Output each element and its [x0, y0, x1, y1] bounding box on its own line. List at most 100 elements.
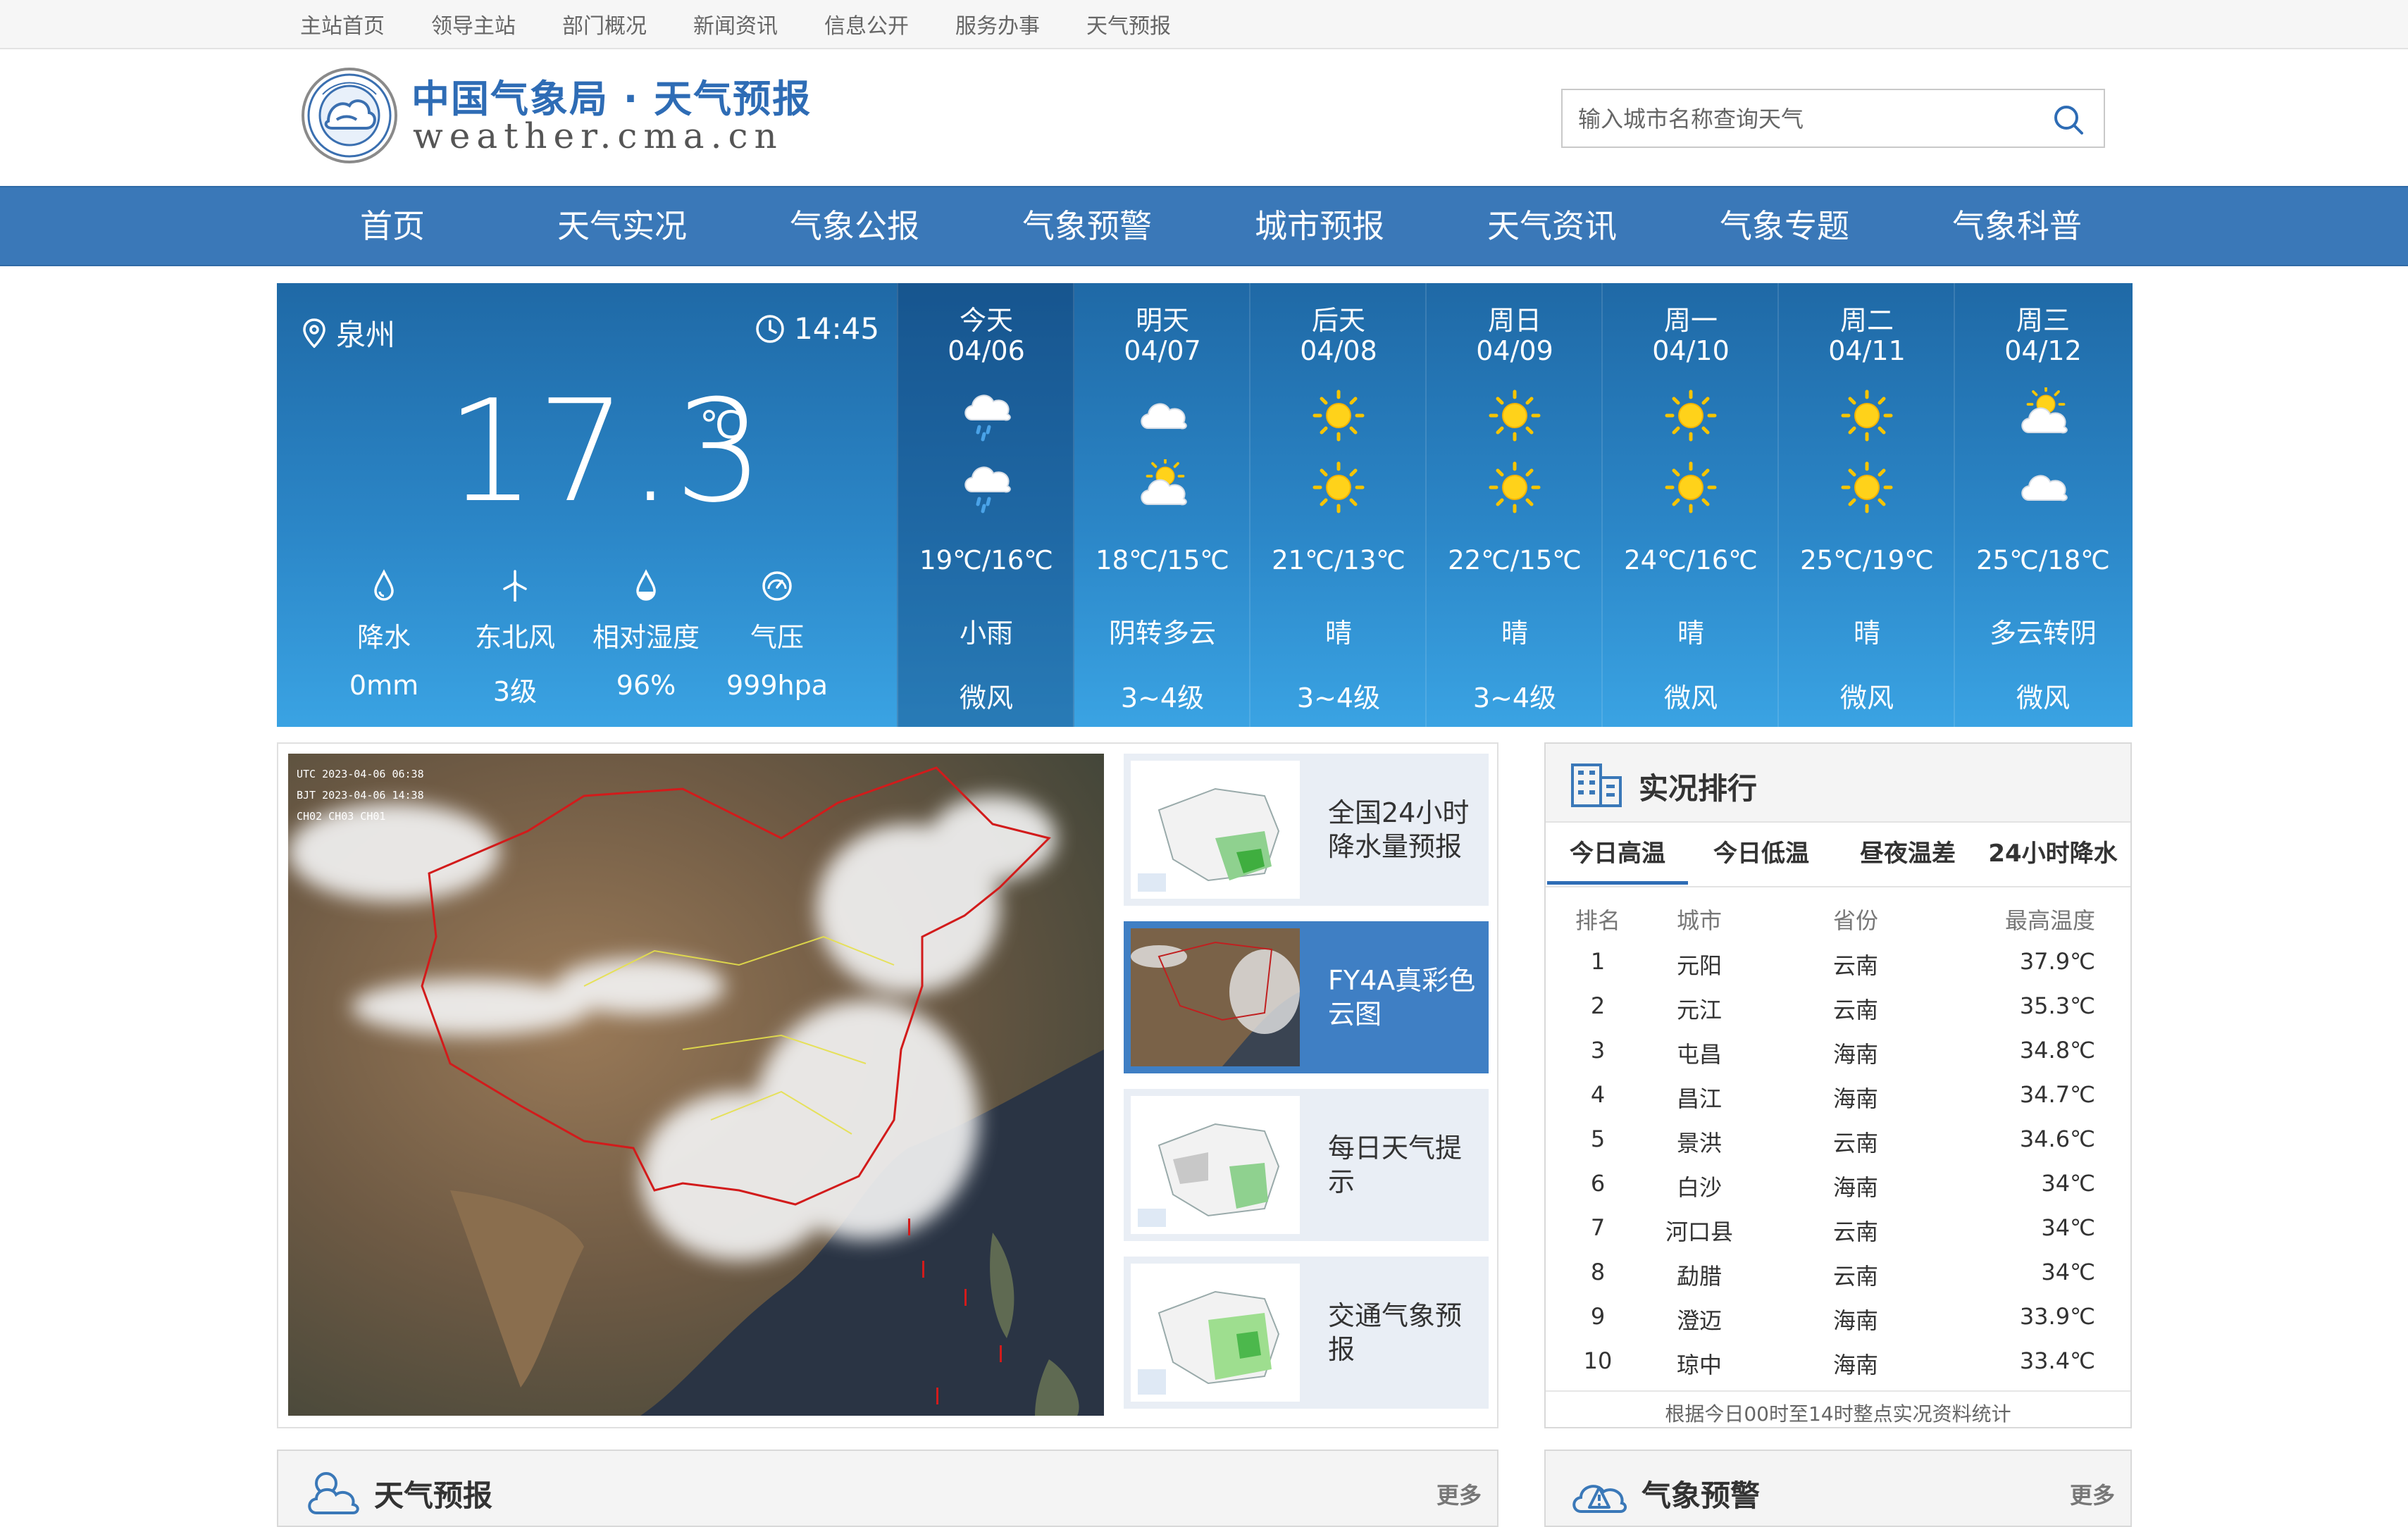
city-name-cell: 白沙 — [1676, 1174, 1722, 1201]
location-pin-icon — [303, 318, 325, 348]
tab-day-night-diff[interactable]: 昼夜温差 — [1837, 823, 1978, 885]
wind-level: 微风 — [1663, 683, 1718, 713]
precipitation-map-thumbnail — [1131, 761, 1300, 899]
humidity-icon — [636, 569, 656, 601]
day-date: 04/07 — [1124, 335, 1201, 366]
forecast-day[interactable]: 后天 04/08 21℃/13℃ 晴 3~4级 — [1249, 283, 1427, 727]
buildings-icon — [1571, 764, 1622, 807]
wind-level: 3~4级 — [1296, 683, 1381, 713]
partly-cloudy-icon — [2021, 387, 2068, 434]
site-url[interactable]: weather.cma.cn — [413, 116, 783, 156]
forecast-day[interactable]: 周日 04/09 22℃/15℃ 晴 3~4级 — [1425, 283, 1603, 727]
ranking-row[interactable]: 9 澄迈 海南 33.9℃ — [1546, 1303, 2130, 1347]
forecast-day[interactable]: 今天 04/06 19℃/16℃ 小雨 微风 — [897, 283, 1074, 727]
clock-icon — [756, 314, 784, 343]
city-name-cell: 屯昌 — [1676, 1041, 1722, 1068]
nav-topics[interactable]: 气象专题 — [1711, 187, 1858, 265]
nav-bulletin[interactable]: 气象公报 — [781, 187, 929, 265]
stat-label: 东北风 — [474, 622, 555, 653]
nav-weather-news[interactable]: 天气资讯 — [1478, 187, 1626, 265]
thumb-traffic-forecast[interactable]: 交通气象预报 — [1124, 1257, 1489, 1409]
stat-value: 0mm — [349, 670, 419, 701]
province-cell: 云南 — [1832, 1130, 1878, 1157]
thumb-label: 交通气象预报 — [1328, 1300, 1463, 1365]
sat-overlay-channels: CH02 CH03 CH01 — [297, 810, 385, 823]
tab-today-low[interactable]: 今日低温 — [1691, 823, 1832, 885]
forecast-day[interactable]: 明天 04/07 18℃/15℃ 阴转多云 3~4级 — [1073, 283, 1250, 727]
day-name: 周一 — [1663, 305, 1718, 336]
day-name: 周日 — [1487, 305, 1541, 336]
toplink-info-public[interactable]: 信息公开 — [824, 8, 909, 39]
condition: 晴 — [1853, 618, 1880, 649]
header-rank: 排名 — [1575, 907, 1620, 934]
temp-range: 19℃/16℃ — [919, 545, 1053, 575]
day-date: 04/09 — [1476, 335, 1553, 366]
city-name-cell: 河口县 — [1665, 1219, 1733, 1245]
toplink-news[interactable]: 新闻资讯 — [693, 8, 778, 39]
ranking-row[interactable]: 3 屯昌 海南 34.8℃ — [1546, 1037, 2130, 1081]
nav-city-forecast[interactable]: 城市预报 — [1246, 187, 1394, 265]
ranking-row[interactable]: 10 琼中 海南 33.4℃ — [1546, 1347, 2130, 1392]
day-date: 04/11 — [1828, 335, 1906, 366]
day-date: 04/10 — [1652, 335, 1730, 366]
sun-icon — [1312, 461, 1365, 513]
day-name: 周二 — [1839, 305, 1894, 336]
warning-more-link[interactable]: 更多 — [2070, 1478, 2115, 1510]
ranking-footnote: 根据今日00时至14时整点实况资料统计 — [1546, 1390, 2130, 1427]
location[interactable]: 泉州 — [302, 311, 395, 354]
stat-value: 96% — [616, 670, 676, 701]
ranking-row[interactable]: 4 昌江 海南 34.7℃ — [1546, 1081, 2130, 1126]
ranking-row[interactable]: 6 白沙 海南 34℃ — [1546, 1170, 2130, 1214]
tab-24h-precip[interactable]: 24小时降水 — [1977, 823, 2129, 885]
sun-icon — [1841, 461, 1893, 513]
cma-emblem-icon[interactable] — [300, 66, 399, 165]
thumb-precipitation-forecast[interactable]: 全国24小时降水量预报 — [1124, 754, 1489, 906]
day-date: 04/06 — [948, 335, 1025, 366]
rank-number: 4 — [1590, 1081, 1606, 1108]
city-name: 泉州 — [336, 318, 396, 352]
forecast-day[interactable]: 周二 04/11 25℃/19℃ 晴微风 — [1777, 283, 1955, 727]
ranking-row[interactable]: 5 景洪 云南 34.6℃ — [1546, 1126, 2130, 1170]
stat-value: 999hpa — [726, 670, 828, 701]
toplink-forecast[interactable]: 天气预报 — [1086, 8, 1171, 39]
search-icon[interactable] — [2052, 103, 2085, 137]
max-temp-cell: 35.3℃ — [2019, 992, 2095, 1019]
satellite-cloud-image[interactable]: UTC 2023-04-06 06:38 BJT 2023-04-06 14:3… — [288, 754, 1104, 1416]
nav-observation[interactable]: 天气实况 — [548, 187, 696, 265]
rank-number: 8 — [1590, 1259, 1606, 1285]
thumb-daily-tips[interactable]: 每日天气提示 — [1124, 1089, 1489, 1241]
toplink-services[interactable]: 服务办事 — [955, 8, 1040, 39]
nav-home[interactable]: 首页 — [318, 187, 466, 265]
forecast-day[interactable]: 周三 04/12 25℃/18℃ 多云转阴 微风 — [1954, 283, 2131, 727]
toplink-departments[interactable]: 部门概况 — [562, 8, 647, 39]
city-search-input[interactable] — [1577, 100, 2030, 138]
header-province: 省份 — [1832, 907, 1878, 934]
toplink-home[interactable]: 主站首页 — [300, 8, 385, 39]
thumb-fy4a-cloud[interactable]: FY4A真彩色云图 — [1124, 921, 1489, 1073]
sun-icon — [1665, 389, 1717, 442]
day-name: 后天 — [1311, 305, 1365, 336]
forecast-more-link[interactable]: 更多 — [1436, 1478, 1482, 1510]
sun-icon — [1489, 389, 1541, 442]
nav-warning[interactable]: 气象预警 — [1013, 187, 1161, 265]
toplink-leaders[interactable]: 领导主站 — [431, 8, 516, 39]
daily-tips-map-thumbnail — [1131, 1096, 1300, 1234]
sun-icon — [1665, 461, 1717, 513]
warning-section-title: 气象预警 — [1641, 1478, 1761, 1513]
forecast-day[interactable]: 周一 04/10 24℃/16℃ 晴微风 — [1601, 283, 1779, 727]
ranking-row[interactable]: 1 元阳 云南 37.9℃ — [1546, 948, 2130, 992]
ranking-row[interactable]: 7 河口县 云南 34℃ — [1546, 1214, 2130, 1259]
rank-number: 6 — [1590, 1170, 1606, 1197]
ranking-row[interactable]: 2 元江 云南 35.3℃ — [1546, 992, 2130, 1037]
rank-number: 10 — [1583, 1347, 1613, 1374]
city-name-cell: 景洪 — [1676, 1130, 1722, 1157]
sat-overlay-utc: UTC 2023-04-06 06:38 — [297, 768, 424, 780]
nav-science[interactable]: 气象科普 — [1943, 187, 2091, 265]
day-name: 明天 — [1135, 305, 1189, 336]
tab-today-high[interactable]: 今日高温 — [1547, 823, 1688, 885]
province-cell: 海南 — [1832, 1174, 1878, 1201]
thumb-label: FY4A真彩色云图 — [1328, 965, 1476, 1030]
day-date: 04/12 — [2004, 335, 2082, 366]
ranking-row[interactable]: 8 勐腊 云南 34℃ — [1546, 1259, 2130, 1303]
stat-value: 3级 — [492, 676, 538, 707]
